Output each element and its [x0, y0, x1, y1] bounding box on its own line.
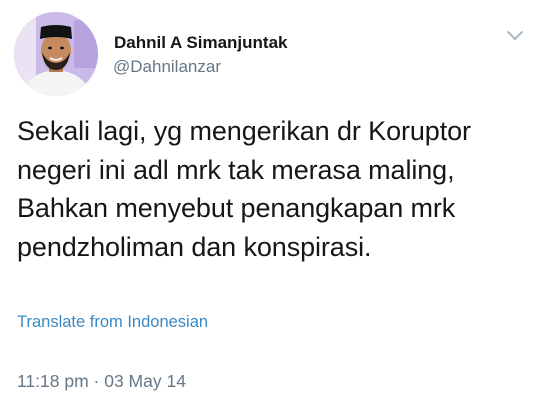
avatar-image [14, 12, 98, 96]
tweet-text: Sekali lagi, yg mengerikan dr Koruptor n… [17, 112, 527, 266]
tweet-text-line: pendzholiman dan konspirasi. [17, 231, 372, 262]
avatar[interactable] [14, 12, 98, 96]
tweet-text-line: negeri ini adl mrk tak merasa maling, [17, 154, 455, 185]
author-handle[interactable]: @Dahnilanzar [113, 57, 221, 77]
tweet-card: Dahnil A Simanjuntak @Dahnilanzar Sekali… [0, 0, 540, 411]
tweet-timestamp[interactable]: 11:18 pm · 03 May 14 [17, 371, 186, 392]
author-display-name[interactable]: Dahnil A Simanjuntak [114, 33, 288, 53]
chevron-down-icon[interactable] [506, 28, 524, 42]
translate-link[interactable]: Translate from Indonesian [17, 313, 208, 332]
tweet-text-line: Bahkan menyebut penangkapan mrk [17, 193, 456, 223]
tweet-text-line: Sekali lagi, yg mengerikan dr Koruptor [17, 116, 471, 146]
